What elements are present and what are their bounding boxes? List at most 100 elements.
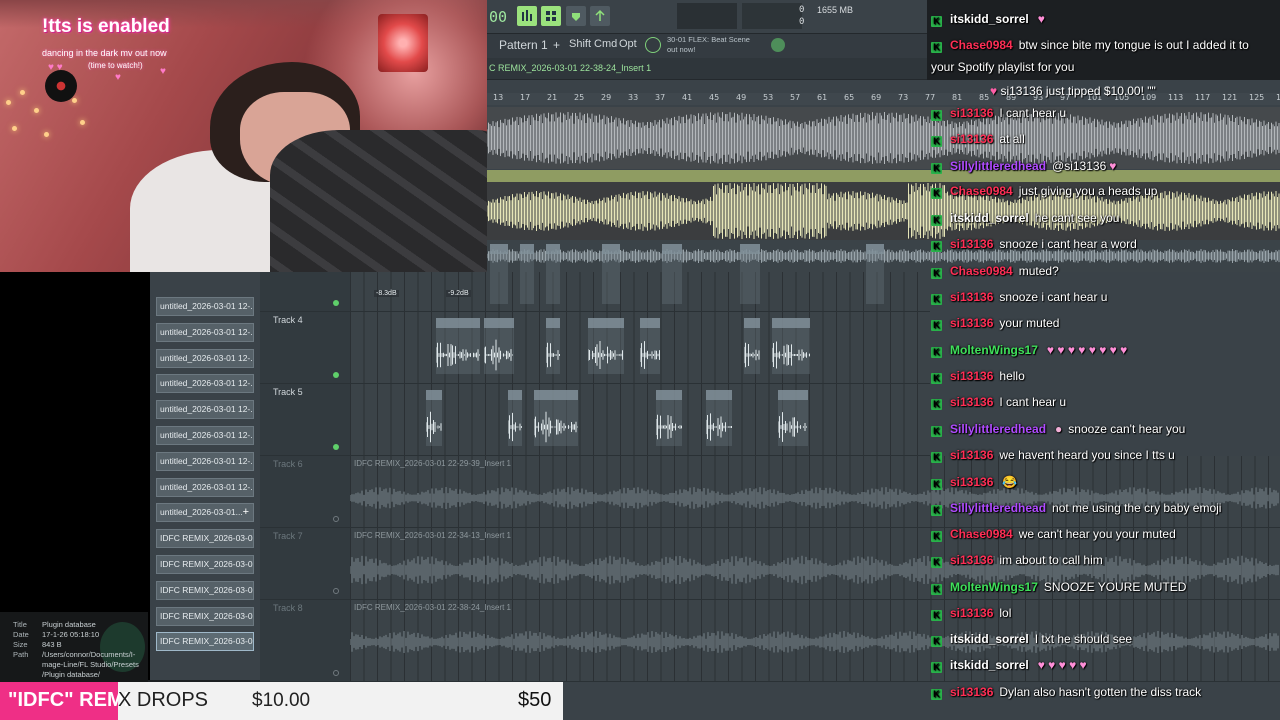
- chat-username[interactable]: si13136: [950, 316, 993, 330]
- browser-button[interactable]: [590, 6, 610, 26]
- audio-clip[interactable]: [744, 318, 760, 374]
- browser-file-item[interactable]: IDFC REMIX_2026-03-01...: [156, 529, 254, 549]
- chat-username[interactable]: Sillylittleredhead: [950, 501, 1046, 515]
- audio-clip[interactable]: [662, 244, 682, 304]
- chat-username[interactable]: si13136: [950, 395, 993, 409]
- chat-username[interactable]: Sillylittleredhead: [950, 159, 1046, 173]
- audio-clip[interactable]: [490, 244, 508, 304]
- audio-clip[interactable]: [520, 244, 534, 304]
- channel-rack-button[interactable]: [541, 6, 561, 26]
- clip-label: unti..._1: [439, 318, 464, 325]
- kick-badge-icon: K: [931, 215, 942, 226]
- file-name: untitled_2026-03-01 12-...: [160, 430, 254, 440]
- audio-clip[interactable]: un...1: [484, 318, 514, 374]
- browser-file-item[interactable]: untitled_2026-03-01 12-...: [156, 426, 254, 445]
- chat-username[interactable]: si13136: [950, 290, 993, 304]
- track-mute-led[interactable]: [333, 372, 339, 378]
- track-header[interactable]: Track 6: [260, 456, 350, 528]
- browser-file-item[interactable]: untitled_2026-03-01 12-...: [156, 374, 254, 394]
- kick-badge-icon: K: [931, 320, 942, 331]
- track-header[interactable]: Track 8: [260, 600, 350, 682]
- chat-message: Ksi13136 snooze i cant hear u: [931, 290, 1107, 305]
- chat-username[interactable]: si13136: [950, 106, 993, 120]
- browser-file-item[interactable]: untitled_2026-03-01 12-...: [156, 400, 254, 420]
- clip-waveform: [778, 412, 807, 442]
- opt-key[interactable]: Opt: [619, 38, 637, 50]
- chat-username[interactable]: itskidd_sorrel: [950, 632, 1029, 646]
- track-mute-led[interactable]: [333, 444, 339, 450]
- plugin-button[interactable]: [566, 6, 586, 26]
- chat-username[interactable]: Sillylittleredhead: [950, 422, 1046, 436]
- audio-clip[interactable]: [640, 318, 660, 374]
- audio-clip[interactable]: unti..._1: [436, 318, 480, 374]
- chat-username[interactable]: si13136: [950, 606, 993, 620]
- kick-badge-icon: K: [931, 610, 942, 621]
- audio-clip[interactable]: [546, 318, 560, 374]
- browser-file-item[interactable]: untitled_2026-03-01 12-...: [156, 348, 254, 368]
- globe-icon[interactable]: [771, 38, 785, 52]
- track-headers: Track 4 Track 5 Track 6 Track 7 Track 8: [260, 272, 350, 682]
- hint-icon[interactable]: [645, 37, 661, 53]
- drag-icon[interactable]: +: [243, 504, 249, 521]
- chat-username[interactable]: Chase0984: [950, 527, 1013, 541]
- chat-message: Kitskidd_sorrel he cant see you: [931, 211, 1119, 226]
- track-header[interactable]: Track 4: [260, 312, 350, 384]
- chat-username[interactable]: Chase0984: [950, 264, 1013, 278]
- browser-file-item[interactable]: IDFC REMIX_2026-03-01...: [156, 606, 254, 626]
- audio-clip[interactable]: [866, 244, 884, 304]
- chat-username[interactable]: itskidd_sorrel: [950, 658, 1029, 672]
- chat-username[interactable]: si13136: [950, 685, 993, 699]
- audio-clip[interactable]: [706, 390, 732, 446]
- audio-clip[interactable]: un...1: [534, 390, 578, 446]
- browser-file-item[interactable]: IDFC REMIX_2026-03-01...: [156, 555, 254, 574]
- track-mute-led[interactable]: [333, 300, 339, 306]
- browser-file-item[interactable]: untitled_2026-03-01 12-...: [156, 451, 254, 471]
- news-ticker[interactable]: 30-01 FLEX: Beat Scene out now!: [667, 35, 762, 55]
- chat-username[interactable]: si13136: [950, 237, 993, 251]
- audio-clip[interactable]: un...1: [778, 390, 808, 446]
- audio-clip[interactable]: [656, 390, 682, 446]
- chat-username[interactable]: MoltenWings17: [950, 343, 1038, 357]
- browser-file-item[interactable]: IDFC REMIX_2026-03-01...: [156, 580, 254, 600]
- audio-clip[interactable]: [508, 390, 522, 446]
- chat-username[interactable]: Chase0984: [950, 38, 1013, 52]
- pattern-selector[interactable]: Pattern 1: [499, 38, 548, 52]
- shift-key[interactable]: Shift: [569, 38, 591, 50]
- browser-file-item[interactable]: untitled_2026-03-01 12-...: [156, 322, 254, 342]
- mixer-icon: [522, 10, 532, 21]
- track-lane[interactable]: un...1 un...1: [350, 384, 930, 456]
- audio-clip[interactable]: [426, 390, 442, 446]
- browser-file-item[interactable]: IDFC REMIX_2026-03-01...: [156, 632, 254, 652]
- audio-clip[interactable]: unti..._1: [772, 318, 810, 374]
- chat-text: your muted: [999, 316, 1060, 330]
- kick-badge-icon: K: [931, 531, 942, 542]
- chat-username[interactable]: si13136: [950, 369, 993, 383]
- audio-clip[interactable]: [740, 244, 760, 304]
- chat-username[interactable]: Chase0984: [950, 184, 1013, 198]
- chat-username[interactable]: si13136: [950, 553, 993, 567]
- track-header[interactable]: [260, 272, 350, 312]
- chat-username[interactable]: itskidd_sorrel: [950, 12, 1029, 26]
- browser-file-item[interactable]: untitled_2026-03-01 12-...: [156, 297, 254, 316]
- chat-username[interactable]: MoltenWings17: [950, 580, 1038, 594]
- browser-file-item[interactable]: untitled_2026-03-01 12-...: [156, 477, 254, 497]
- track-mute-led[interactable]: [333, 516, 339, 522]
- audio-clip[interactable]: unti..._1: [588, 318, 624, 374]
- track-header[interactable]: Track 5: [260, 384, 350, 456]
- chat-username[interactable]: si13136: [950, 132, 993, 146]
- mixer-button[interactable]: [517, 6, 537, 26]
- track-mute-led[interactable]: [333, 670, 339, 676]
- track-lane[interactable]: -8.3dB -9.2dB: [350, 244, 930, 312]
- add-pattern-button[interactable]: +: [553, 38, 560, 52]
- audio-clip[interactable]: [602, 244, 620, 304]
- track-header[interactable]: Track 7: [260, 528, 350, 600]
- chat-username[interactable]: itskidd_sorrel: [950, 211, 1029, 225]
- ruler-tick: 49: [736, 93, 747, 102]
- track-mute-led[interactable]: [333, 588, 339, 594]
- chat-username[interactable]: si13136: [950, 475, 993, 489]
- browser-file-item[interactable]: untitled_2026-03-01... +: [156, 503, 254, 523]
- chat-username[interactable]: si13136: [950, 448, 993, 462]
- cmd-key[interactable]: Cmd: [594, 38, 617, 50]
- track-lane[interactable]: unti..._1 un...1 unti..._1 unti..._1: [350, 312, 930, 384]
- audio-clip[interactable]: [546, 244, 560, 304]
